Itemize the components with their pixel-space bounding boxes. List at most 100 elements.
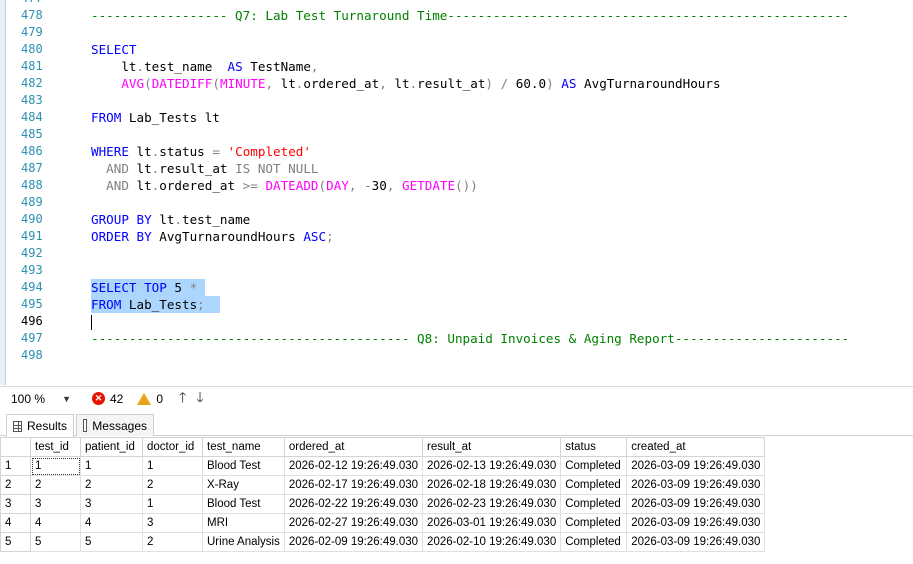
code-line[interactable]: 486 WHERE lt.status = 'Completed' — [0, 143, 913, 160]
code-line[interactable]: 479 — [0, 24, 913, 41]
table-row[interactable]: 1 1 1 1 Blood Test 2026-02-12 19:26:49.030 202… — [0, 456, 766, 476]
table-cell[interactable]: 2026-03-09 19:26:49.030 — [626, 456, 766, 476]
table-cell[interactable]: 2 — [142, 475, 203, 495]
table-cell[interactable]: Completed — [560, 475, 628, 495]
row-number[interactable]: 4 — [0, 513, 31, 533]
code-line[interactable]: 489 — [0, 194, 913, 211]
table-cell[interactable]: 3 — [142, 513, 203, 533]
table-cell[interactable]: 2026-02-13 19:26:49.030 — [422, 456, 562, 476]
table-cell[interactable]: MRI — [202, 513, 285, 533]
table-cell[interactable]: 5 — [30, 532, 81, 552]
table-cell[interactable]: 5 — [80, 532, 143, 552]
row-selector-header[interactable] — [0, 437, 31, 457]
code-line[interactable]: 482 AVG(DATEDIFF(MINUTE, lt.ordered_at, … — [0, 75, 913, 92]
code-line[interactable]: 484 FROM Lab_Tests lt — [0, 109, 913, 126]
table-cell[interactable]: Blood Test — [202, 456, 285, 476]
table-row[interactable]: 5 5 5 2 Urine Analysis 2026-02-09 19:26:49.03… — [0, 532, 766, 552]
table-cell[interactable]: 1 — [142, 456, 203, 476]
code-line[interactable]: 488 AND lt.ordered_at >= DATEADD(DAY, -3… — [0, 177, 913, 194]
code-line[interactable]: 477 — [0, 0, 913, 7]
column-header[interactable]: result_at — [422, 437, 562, 457]
table-cell[interactable]: 2026-02-17 19:26:49.030 — [283, 475, 424, 495]
table-cell[interactable]: 2026-02-18 19:26:49.030 — [422, 475, 562, 495]
table-cell[interactable]: 4 — [30, 513, 81, 533]
table-cell[interactable]: 2 — [80, 475, 143, 495]
table-cell[interactable]: Completed — [560, 513, 628, 533]
table-cell[interactable]: 3 — [30, 494, 81, 514]
table-cell[interactable]: 2026-02-10 19:26:49.030 — [422, 532, 562, 552]
line-number: 481 — [21, 59, 43, 73]
row-number[interactable]: 1 — [0, 456, 31, 476]
column-header[interactable]: ordered_at — [283, 437, 424, 457]
code-line[interactable]: 493 — [0, 262, 913, 279]
table-cell[interactable]: 2026-02-12 19:26:49.030 — [283, 456, 424, 476]
results-grid[interactable]: test_id patient_id doctor_id test_name order… — [0, 437, 913, 564]
arrow-up-icon[interactable]: 🡑 — [179, 387, 186, 411]
row-number[interactable]: 2 — [0, 475, 31, 495]
table-cell[interactable]: 2 — [30, 475, 81, 495]
table-cell[interactable]: 1 — [142, 494, 203, 514]
code-line[interactable]: 485 — [0, 126, 913, 143]
table-cell[interactable]: Completed — [560, 456, 628, 476]
code-line[interactable]: 483 — [0, 92, 913, 109]
code-token: SELECT — [91, 42, 137, 57]
table-cell[interactable]: 1 — [30, 456, 81, 476]
table-row[interactable]: 2 2 2 2 X-Ray 2026-02-17 19:26:49.030 2026-02-… — [0, 475, 766, 495]
table-row[interactable]: 4 4 4 3 MRI 2026-02-27 19:26:49.030 2026-03-01… — [0, 513, 766, 533]
column-header[interactable]: doctor_id — [142, 437, 203, 457]
code-line[interactable]: 492 — [0, 245, 913, 262]
table-cell[interactable]: X-Ray — [202, 475, 285, 495]
code-token: GETDATE — [402, 178, 456, 193]
code-line[interactable]: 496 — [0, 313, 913, 330]
row-number[interactable]: 3 — [0, 494, 31, 514]
results-tab-bar: Results Messages — [0, 412, 913, 437]
row-number[interactable]: 5 — [0, 532, 31, 552]
code-line[interactable]: 495 FROM Lab_Tests; — [0, 296, 913, 313]
code-line[interactable]: 480 SELECT — [0, 41, 913, 58]
table-cell[interactable]: 4 — [80, 513, 143, 533]
table-cell[interactable]: 2026-02-27 19:26:49.030 — [283, 513, 424, 533]
table-cell[interactable]: 2026-03-09 19:26:49.030 — [626, 494, 766, 514]
arrow-down-icon[interactable]: 🡓 — [196, 387, 203, 411]
table-cell[interactable]: Completed — [560, 532, 628, 552]
column-header[interactable]: created_at — [626, 437, 766, 457]
table-row[interactable]: 3 3 3 1 Blood Test 2026-02-22 19:26:49.030 202… — [0, 494, 766, 514]
code-line[interactable]: 481 lt.test_name AS TestName, — [0, 58, 913, 75]
column-header[interactable]: test_id — [30, 437, 81, 457]
sql-editor[interactable]: 477478 ------------------ Q7: Lab Test Tu… — [0, 0, 913, 385]
code-line[interactable]: 497 -------------------------------------… — [0, 330, 913, 347]
code-line[interactable]: 478 ------------------ Q7: Lab Test Turna… — [0, 7, 913, 24]
code-token: DAY — [326, 178, 349, 193]
code-line[interactable]: 494 SELECT TOP 5 * — [0, 279, 913, 296]
table-cell[interactable]: Completed — [560, 494, 628, 514]
table-cell[interactable]: 3 — [80, 494, 143, 514]
error-indicator[interactable]: ✕ 42 — [92, 392, 123, 406]
table-cell[interactable]: 2026-02-22 19:26:49.030 — [283, 494, 424, 514]
code-line[interactable]: 490 GROUP BY lt.test_name — [0, 211, 913, 228]
column-header[interactable]: status — [560, 437, 628, 457]
code-line[interactable]: 498 — [0, 347, 913, 364]
table-cell[interactable]: 2026-03-09 19:26:49.030 — [626, 532, 766, 552]
table-cell[interactable]: Blood Test — [202, 494, 285, 514]
table-cell[interactable]: 2026-03-09 19:26:49.030 — [626, 513, 766, 533]
table-cell[interactable]: 2026-02-09 19:26:49.030 — [283, 532, 424, 552]
zoom-dropdown[interactable]: 100 % ▼ — [4, 388, 78, 409]
table-cell[interactable]: 2026-03-01 19:26:49.030 — [422, 513, 562, 533]
table-cell[interactable]: Urine Analysis — [202, 532, 285, 552]
code-line[interactable]: 487 AND lt.result_at IS NOT NULL — [0, 160, 913, 177]
column-header[interactable]: patient_id — [80, 437, 143, 457]
warning-indicator[interactable]: 0 — [137, 392, 163, 406]
tab-messages[interactable]: Messages — [76, 414, 154, 436]
table-cell[interactable]: 2026-03-09 19:26:49.030 — [626, 475, 766, 495]
table-cell[interactable]: 1 — [80, 456, 143, 476]
column-header[interactable]: test_name — [202, 437, 285, 457]
code-line[interactable]: 491 ORDER BY AvgTurnaroundHours ASC; — [0, 228, 913, 245]
line-number: 493 — [21, 263, 43, 277]
table-cell[interactable]: 2 — [142, 532, 203, 552]
table-cell[interactable]: 2026-02-23 19:26:49.030 — [422, 494, 562, 514]
tab-results[interactable]: Results — [6, 414, 74, 437]
code-token: . — [136, 59, 145, 74]
